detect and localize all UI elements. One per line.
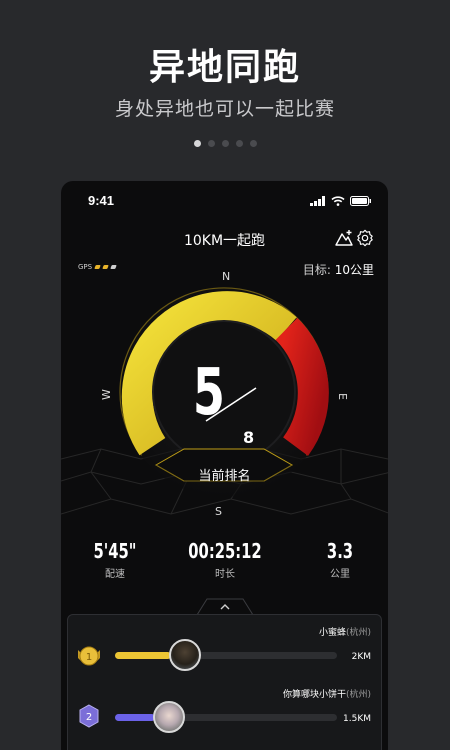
wifi-icon bbox=[331, 196, 345, 206]
compass-s: S bbox=[215, 505, 222, 518]
run-stats: 5'45" 配速 00:25:12 时长 3.3 公里 bbox=[61, 539, 388, 583]
ranking-panel: 小蜜蜂(杭州) 1 2KM 你算哪块小饼干(杭州) 2 1.5KM bbox=[67, 614, 382, 750]
page-dot-2[interactable] bbox=[207, 140, 215, 147]
svg-text:1: 1 bbox=[86, 652, 92, 663]
avatar[interactable] bbox=[169, 639, 201, 671]
gear-icon[interactable] bbox=[356, 229, 374, 247]
page-dot-1[interactable] bbox=[193, 140, 201, 147]
runner-distance: 1.5KM bbox=[343, 714, 371, 724]
runner-plus-icon[interactable] bbox=[334, 229, 354, 249]
purple-medal-icon: 2 bbox=[79, 704, 99, 728]
progress-fill bbox=[115, 652, 171, 659]
compass-n: N bbox=[222, 270, 231, 283]
progress-track bbox=[115, 714, 337, 721]
stat-label: 时长 bbox=[215, 569, 235, 580]
gold-medal-icon: 1 bbox=[78, 646, 100, 666]
runner-row[interactable]: 小蜜蜂(杭州) 1 2KM bbox=[68, 625, 381, 685]
stat-value: 5'45" bbox=[93, 539, 137, 563]
avatar[interactable] bbox=[153, 701, 185, 733]
stat-value: 3.3 bbox=[326, 539, 354, 563]
nav-bar: 10KM一起跑 bbox=[61, 227, 388, 251]
compass-e: E bbox=[335, 393, 349, 400]
stat-distance: 3.3 公里 bbox=[313, 539, 367, 580]
page-dot-5[interactable] bbox=[249, 140, 257, 147]
runner-name: 你算哪块小饼干(杭州) bbox=[282, 690, 371, 700]
total-runners: 8 bbox=[243, 428, 255, 447]
runner-row[interactable]: 你算哪块小饼干(杭州) 2 1.5KM bbox=[68, 687, 381, 747]
runner-name: 小蜜蜂(杭州) bbox=[318, 628, 371, 638]
promo-subtitle: 身处异地也可以一起比赛 bbox=[114, 98, 335, 120]
progress-track bbox=[115, 652, 337, 659]
stat-label: 公里 bbox=[330, 569, 350, 580]
stat-value: 00:25:12 bbox=[188, 539, 262, 563]
status-time: 9:41 bbox=[88, 193, 115, 208]
status-bar: 9:41 bbox=[61, 193, 388, 213]
runner-distance: 2KM bbox=[351, 652, 371, 662]
compass-w: W bbox=[99, 389, 113, 400]
progress-fill bbox=[115, 714, 155, 721]
stat-duration: 00:25:12 时长 bbox=[179, 539, 271, 580]
stat-label: 配速 bbox=[105, 569, 125, 580]
page-indicator[interactable] bbox=[0, 140, 450, 147]
phone-screen: 9:41 10KM一起跑 GPS 目标: 10公里 N W E S 5 8 当前… bbox=[61, 181, 388, 750]
promo-title: 异地同跑 bbox=[148, 47, 301, 88]
svg-text:2: 2 bbox=[86, 712, 92, 723]
current-rank: 5 bbox=[192, 356, 225, 430]
page-dot-3[interactable] bbox=[221, 140, 229, 147]
stat-pace: 5'45" 配速 bbox=[79, 539, 151, 580]
battery-icon bbox=[350, 196, 371, 206]
page-dot-4[interactable] bbox=[235, 140, 243, 147]
signal-icon bbox=[310, 196, 325, 206]
rank-label: 当前排名 bbox=[198, 469, 251, 484]
